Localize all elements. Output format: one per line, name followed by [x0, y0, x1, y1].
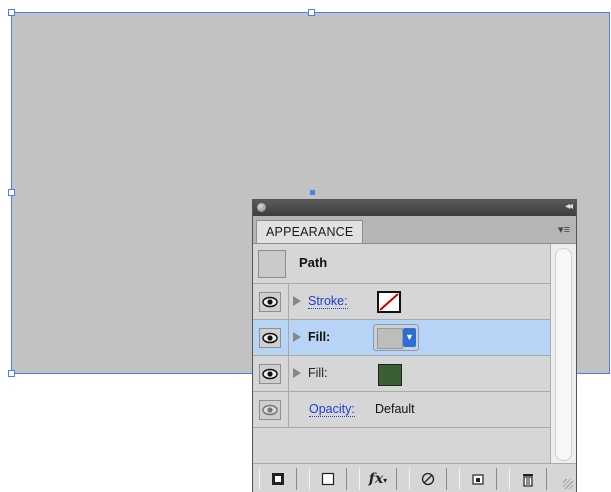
opacity-value: Default	[375, 402, 415, 416]
expand-triangle-icon[interactable]	[293, 368, 301, 378]
selection-handle-bl[interactable]	[8, 370, 15, 377]
add-new-stroke-icon	[272, 473, 284, 485]
panel-tabbar: APPEARANCE ▾≡	[253, 216, 576, 244]
fill-swatch-green[interactable]	[378, 364, 402, 386]
selection-handle-ml[interactable]	[8, 189, 15, 196]
delete-item-icon	[523, 473, 533, 487]
eye-column	[253, 284, 289, 319]
delete-item-button[interactable]	[509, 468, 547, 490]
appearance-list: Path Stroke: Fill: ▼ Fill: Opacity: Defa…	[253, 244, 551, 428]
list-item-opacity[interactable]: Opacity: Default	[253, 392, 551, 428]
eye-icon	[262, 368, 278, 380]
add-new-stroke-button[interactable]	[259, 468, 297, 490]
visibility-toggle[interactable]	[259, 400, 281, 420]
list-item-stroke[interactable]: Stroke:	[253, 284, 551, 320]
panel-menu-icon[interactable]: ▾≡	[558, 223, 570, 236]
list-item-fill-selected[interactable]: Fill: ▼	[253, 320, 551, 356]
add-new-fill-button[interactable]	[309, 468, 347, 490]
expand-triangle-icon[interactable]	[293, 332, 301, 342]
chevron-down-icon[interactable]: ▼	[403, 328, 416, 347]
expand-triangle-icon[interactable]	[293, 296, 301, 306]
clear-appearance-button[interactable]	[409, 468, 447, 490]
scroll-track[interactable]	[555, 248, 572, 461]
panel-toolbar: fx▾	[253, 463, 576, 492]
resize-grip-icon[interactable]	[563, 479, 573, 489]
panel-titlebar[interactable]: ◂◂	[253, 200, 576, 216]
opacity-label[interactable]: Opacity:	[309, 402, 355, 417]
appearance-panel: ◂◂ APPEARANCE ▾≡ Path Stroke: Fill: ▼ Fi…	[252, 199, 577, 492]
add-new-effect-icon: fx▾	[368, 471, 388, 487]
stroke-label[interactable]: Stroke:	[308, 294, 348, 309]
eye-column	[253, 320, 289, 355]
object-type-label: Path	[299, 255, 328, 270]
list-item-fill[interactable]: Fill:	[253, 356, 551, 392]
visibility-toggle[interactable]	[259, 364, 281, 384]
scrollbar[interactable]	[550, 244, 576, 465]
close-icon[interactable]	[257, 203, 266, 212]
none-swatch-icon	[379, 293, 399, 311]
tab-appearance[interactable]: APPEARANCE	[256, 220, 364, 243]
object-thumbnail	[258, 250, 286, 278]
fill-swatch	[377, 328, 403, 349]
eye-icon	[262, 296, 278, 308]
eye-column	[253, 392, 289, 427]
fill-label: Fill:	[308, 366, 328, 380]
stroke-swatch[interactable]	[377, 291, 401, 313]
eye-column	[253, 356, 289, 391]
eye-icon	[262, 332, 278, 344]
fill-color-dropdown[interactable]: ▼	[373, 324, 419, 351]
clear-appearance-icon	[421, 472, 435, 486]
duplicate-item-button[interactable]	[459, 468, 497, 490]
double-chevron-icon[interactable]: ◂◂	[565, 201, 573, 212]
eye-icon	[262, 404, 278, 416]
visibility-toggle[interactable]	[259, 292, 281, 312]
visibility-toggle[interactable]	[259, 328, 281, 348]
selection-handle-tc[interactable]	[308, 9, 315, 16]
add-new-effect-button[interactable]: fx▾	[359, 468, 397, 490]
selection-handle-tl[interactable]	[8, 9, 15, 16]
add-new-fill-icon	[321, 472, 335, 486]
duplicate-item-icon	[472, 474, 484, 485]
fill-label: Fill:	[308, 330, 331, 344]
center-point	[310, 190, 315, 195]
object-type-row[interactable]: Path	[253, 244, 551, 284]
